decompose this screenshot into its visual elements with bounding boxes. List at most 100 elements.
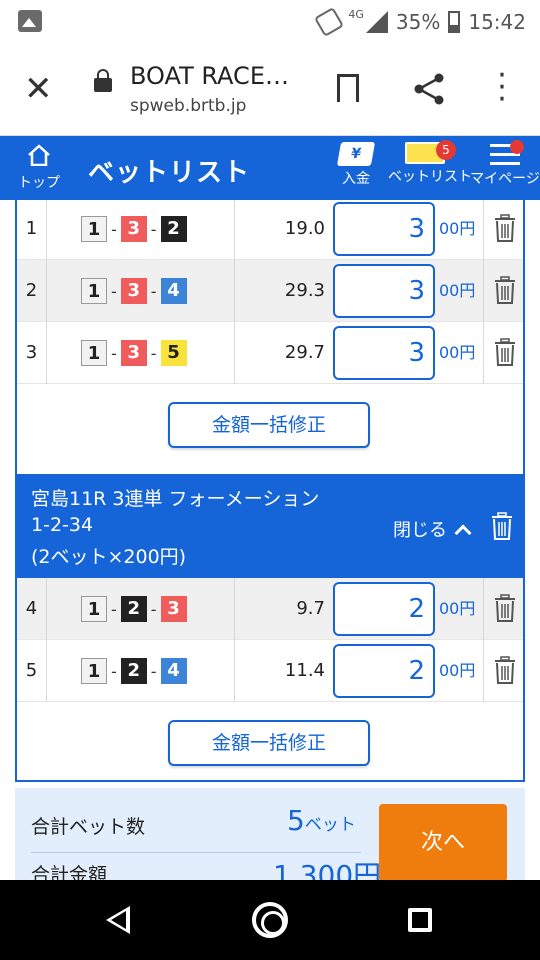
delete-bet-button[interactable]: [483, 260, 527, 322]
bet-count-number: 5: [287, 804, 305, 837]
bet-count-value: 5ベット: [287, 804, 356, 837]
home-icon: [28, 144, 50, 167]
summary-divider: [31, 852, 361, 853]
chevron-up-icon: [454, 524, 472, 542]
nav-betlist[interactable]: 5 ベットリスト: [388, 140, 472, 186]
bet-combination: 1- 2- 3: [47, 578, 235, 640]
nav-mypage-label: マイページ: [470, 171, 540, 187]
nav-deposit[interactable]: ¥ 入金: [336, 142, 376, 188]
nav-top-label: トップ: [18, 175, 60, 191]
lock-icon: [94, 69, 112, 92]
amount-input[interactable]: 2: [333, 582, 435, 636]
boat-4: 4: [160, 658, 187, 684]
notification-dot: [510, 140, 524, 154]
bet-row: 1 1- 3- 2 19.0 3 00円: [17, 200, 523, 260]
odds: 29.7: [284, 342, 325, 363]
yen-ticket-icon: ¥: [336, 142, 376, 166]
boat-1: 1: [81, 658, 107, 684]
nav-mypage[interactable]: マイページ: [470, 140, 540, 188]
nav-betlist-label: ベットリスト: [388, 169, 472, 185]
total-amount-value: 1,300円: [273, 859, 382, 880]
delete-bet-button[interactable]: [483, 200, 527, 260]
browser-page-title[interactable]: BOAT RACE…: [130, 62, 289, 90]
bulk-edit-amount-button[interactable]: 金額一括修正: [168, 720, 370, 766]
bet-combination: 1- 3- 4: [47, 260, 235, 322]
amount-input[interactable]: 3: [333, 202, 435, 256]
browser-url[interactable]: spweb.brtb.jp: [130, 96, 246, 116]
nav-deposit-label: 入金: [342, 171, 370, 187]
amount-unit: 00円: [439, 599, 476, 618]
boat-1: 1: [81, 596, 107, 622]
status-right: 4G 35% 15:42: [314, 6, 526, 38]
trash-icon: [495, 338, 515, 366]
close-icon[interactable]: ✕: [24, 72, 53, 106]
battery-percent: 35%: [395, 10, 441, 34]
status-bar: 4G 35% 15:42: [0, 0, 540, 44]
collapse-toggle[interactable]: 閉じる: [393, 516, 472, 542]
trash-icon: [495, 276, 515, 304]
bet-group-2: 宮島11R 3連単 フォーメーション 1-2-34 (2ベット×200円) 閉じ…: [15, 476, 525, 782]
next-button[interactable]: 次へ: [379, 804, 507, 880]
nav-top[interactable]: トップ: [14, 142, 64, 192]
share-icon[interactable]: [412, 72, 446, 106]
amount-unit: 00円: [439, 219, 476, 238]
odds: 29.3: [284, 280, 325, 301]
bet-row: 5 1- 2- 4 11.4 2 00円: [17, 640, 523, 702]
bet-summary: 合計ベット数 5ベット 合計金額 1,300円 次へ: [15, 788, 525, 880]
app-header: トップ ベットリスト ¥ 入金 5 ベットリスト マイページ: [0, 136, 540, 200]
bet-row: 4 1- 2- 3 9.7 2 00円: [17, 578, 523, 640]
bet-row: 2 1- 3- 4 29.3 3 00円: [17, 260, 523, 322]
signal-icon: [365, 11, 388, 33]
bet-count-unit: ベット: [304, 815, 356, 835]
boat-5: 5: [160, 340, 187, 366]
bet-number: 2: [17, 260, 47, 322]
bet-row: 3 1- 3- 5 29.7 3 00円: [17, 322, 523, 384]
screen: 4G 35% 15:42 ✕ BOAT RACE… spweb.brtb.jp …: [0, 0, 540, 960]
home-circle-icon[interactable]: [252, 902, 288, 938]
total-amount-label: 合計金額: [31, 864, 108, 880]
bet-list-content[interactable]: 1 1- 3- 2 19.0 3 00円 2 1 - 3 - 4 29.3 3 …: [0, 200, 540, 880]
wifi-call-icon: [314, 6, 345, 38]
amount-unit: 00円: [439, 661, 476, 680]
recents-icon[interactable]: [408, 908, 432, 932]
delete-bet-button[interactable]: [483, 322, 527, 384]
bulk-edit-area: 金額一括修正: [17, 384, 523, 476]
odds: 19.0: [284, 218, 325, 239]
trash-icon: [495, 656, 515, 684]
boat-1: 1: [81, 340, 107, 366]
boat-3: 3: [120, 216, 147, 242]
amount-input[interactable]: 3: [333, 264, 435, 318]
boat-4: 4: [160, 278, 187, 304]
odds: 9.7: [296, 598, 325, 619]
bet-group-title: 宮島11R 3連単 フォーメーション: [31, 488, 320, 510]
boat-2: 2: [160, 216, 187, 242]
bet-number: 1: [17, 200, 47, 260]
bet-combination: 1- 3- 2: [47, 200, 235, 260]
browser-toolbar: ✕ BOAT RACE… spweb.brtb.jp · · ·: [0, 44, 540, 136]
back-icon[interactable]: [106, 906, 130, 934]
bookmark-icon[interactable]: [337, 74, 359, 104]
bet-count-label: 合計ベット数: [31, 816, 146, 838]
more-icon[interactable]: · · ·: [492, 61, 512, 115]
system-nav-bar: [0, 880, 540, 960]
boat-3: 3: [120, 278, 147, 304]
bet-group-detail: (2ベット×200円): [31, 546, 187, 568]
boat-3: 3: [160, 596, 187, 622]
trash-icon[interactable]: [491, 512, 513, 540]
delete-bet-button[interactable]: [483, 578, 527, 640]
bet-combination: 1- 3- 5: [47, 322, 235, 384]
amount-unit: 00円: [439, 343, 476, 362]
odds: 11.4: [284, 660, 325, 681]
bulk-edit-area: 金額一括修正: [17, 702, 523, 794]
delete-bet-button[interactable]: [483, 640, 527, 702]
bet-number: 4: [17, 578, 47, 640]
bet-group-combo: 1-2-34: [31, 514, 94, 536]
image-icon: [18, 10, 42, 32]
betlist-badge: 5: [436, 140, 456, 160]
clock: 15:42: [468, 10, 526, 34]
amount-input[interactable]: 2: [333, 644, 435, 698]
amount-unit: 00円: [439, 281, 476, 300]
boat-1: 1: [81, 278, 107, 304]
amount-input[interactable]: 3: [333, 326, 435, 380]
bulk-edit-amount-button[interactable]: 金額一括修正: [168, 402, 370, 448]
